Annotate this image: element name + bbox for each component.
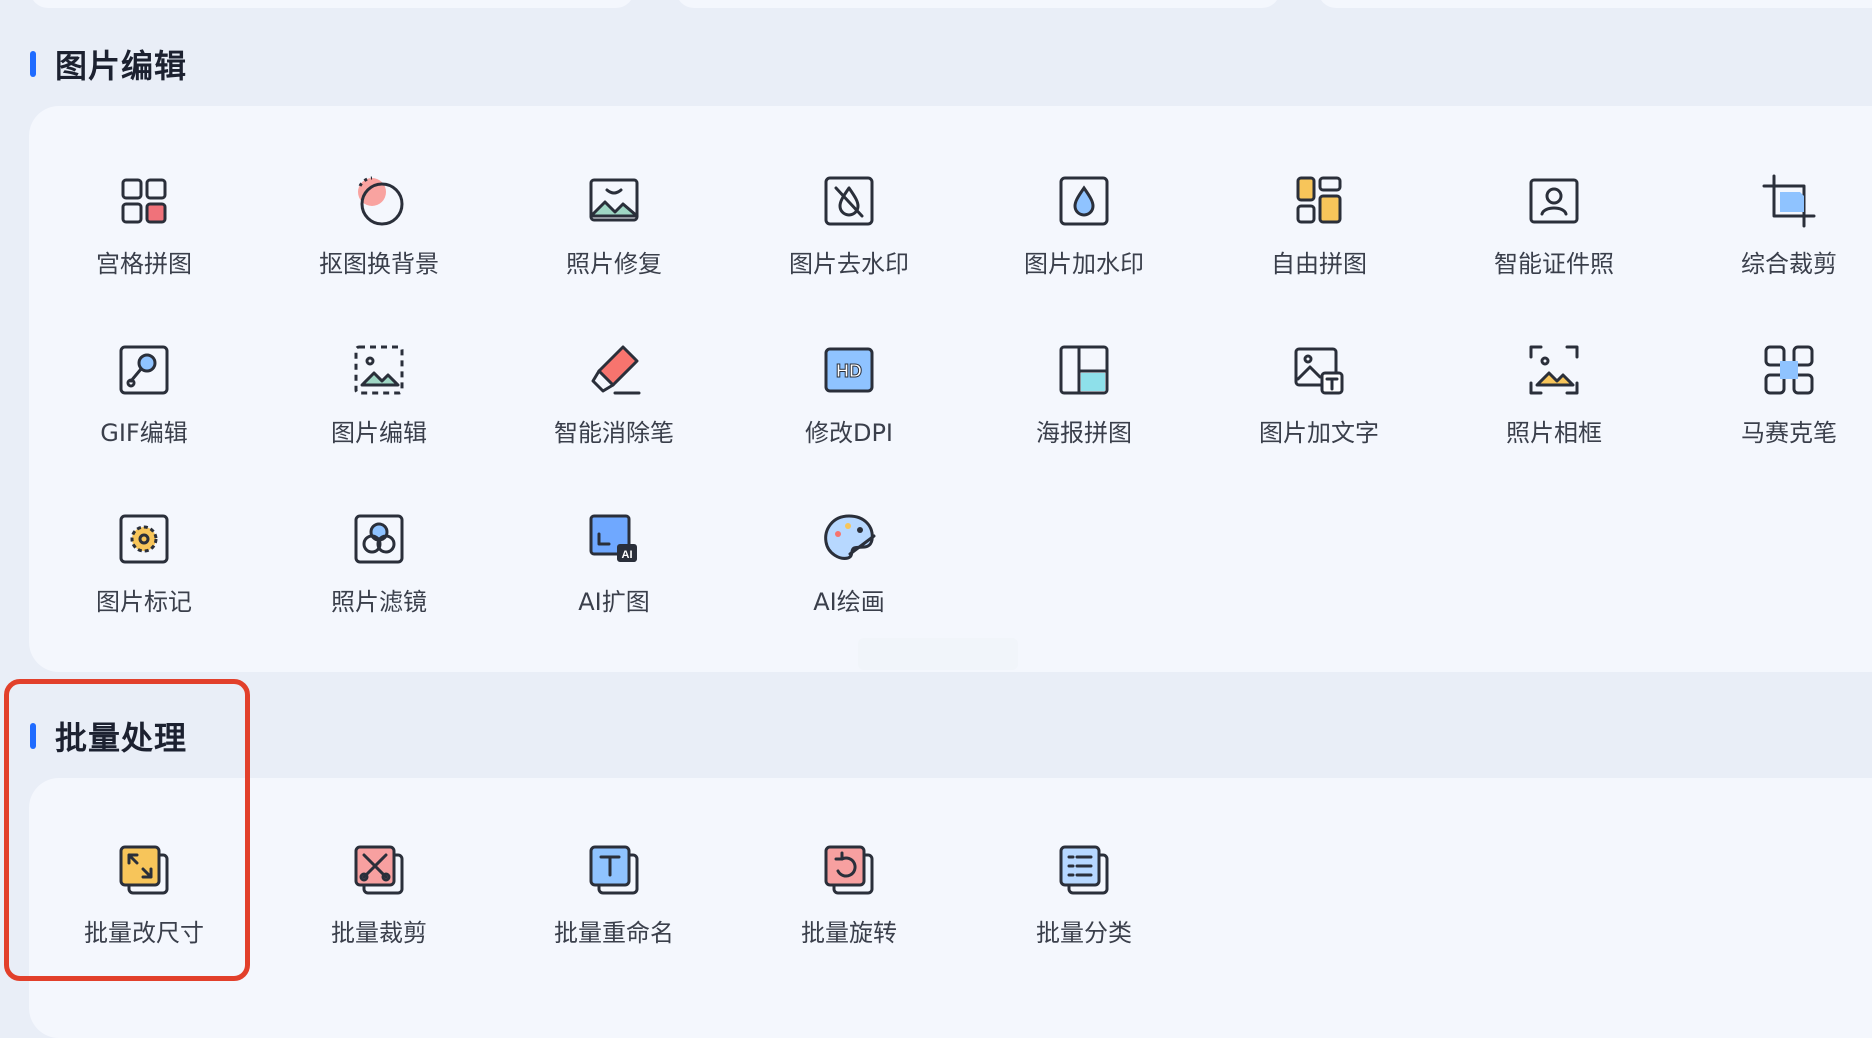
tool-label: AI绘画: [813, 588, 885, 616]
top-card-1: [30, 0, 634, 8]
tool-label: 照片修复: [566, 250, 662, 278]
batch-classify-icon: [1055, 841, 1113, 899]
tool-label: 修改DPI: [804, 419, 894, 447]
tool-label: AI扩图: [578, 588, 650, 616]
ai-paint-icon: [820, 510, 878, 568]
tool-label: 图片去水印: [789, 250, 909, 278]
batch-rename-icon: [585, 841, 643, 899]
tool-label: 批量旋转: [801, 919, 897, 947]
tool-crop[interactable]: 综合裁剪: [1689, 172, 1872, 292]
tool-label: 智能证件照: [1494, 250, 1614, 278]
photo-frame-icon: [1525, 341, 1583, 399]
hd-dpi-icon: HD: [820, 341, 878, 399]
tool-label: 图片加水印: [1024, 250, 1144, 278]
tool-add-watermark[interactable]: 图片加水印: [984, 172, 1184, 292]
tool-label: 批量分类: [1036, 919, 1132, 947]
tool-label: 海报拼图: [1036, 419, 1132, 447]
tool-label: GIF编辑: [100, 419, 188, 447]
tool-batch-rotate[interactable]: 批量旋转: [749, 841, 949, 961]
section-accent-bar: [30, 723, 36, 749]
gif-edit-icon: [115, 341, 173, 399]
tool-label: 批量重命名: [554, 919, 674, 947]
top-card-2: [676, 0, 1280, 8]
crop-icon: [1760, 172, 1818, 230]
section-title-image-edit: 图片编辑: [30, 44, 188, 85]
add-watermark-icon: [1055, 172, 1113, 230]
tool-photo-frame[interactable]: 照片相框: [1454, 341, 1654, 461]
tool-label: 批量改尺寸: [84, 919, 204, 947]
tool-label: 宫格拼图: [96, 250, 192, 278]
section-title-text: 批量处理: [55, 719, 188, 757]
top-card-3: [1318, 0, 1872, 8]
tool-ai-expand[interactable]: AI AI扩图: [514, 510, 714, 630]
section-title-batch: 批量处理: [30, 716, 188, 757]
id-photo-icon: [1525, 172, 1583, 230]
tool-eraser-pen[interactable]: 智能消除笔: [514, 341, 714, 461]
svg-text:HD: HD: [836, 361, 862, 381]
tool-photo-repair[interactable]: 照片修复: [514, 172, 714, 292]
photo-repair-icon: [585, 172, 643, 230]
batch-rotate-icon: [820, 841, 878, 899]
tool-label: 抠图换背景: [319, 250, 439, 278]
tool-label: 照片滤镜: [331, 588, 427, 616]
ai-expand-icon: AI: [585, 510, 643, 568]
tool-free-collage[interactable]: 自由拼图: [1219, 172, 1419, 292]
watermark-ghost-text: [858, 638, 1018, 670]
tool-gif-edit[interactable]: GIF编辑: [44, 341, 244, 461]
tool-cutout-background[interactable]: 抠图换背景: [279, 172, 479, 292]
section-title-text: 图片编辑: [55, 47, 188, 85]
tool-label: 批量裁剪: [331, 919, 427, 947]
mosaic-pen-icon: [1760, 341, 1818, 399]
tool-label: 自由拼图: [1271, 250, 1367, 278]
eraser-pen-icon: [585, 341, 643, 399]
tool-label: 图片标记: [96, 588, 192, 616]
image-mark-icon: [115, 510, 173, 568]
poster-collage-icon: [1055, 341, 1113, 399]
tool-label: 综合裁剪: [1741, 250, 1837, 278]
image-edit-icon: [350, 341, 408, 399]
tool-image-edit[interactable]: 图片编辑: [279, 341, 479, 461]
add-text-icon: [1290, 341, 1348, 399]
tool-mosaic-pen[interactable]: 马赛克笔: [1689, 341, 1872, 461]
tool-label: 智能消除笔: [554, 419, 674, 447]
batch-crop-icon: [350, 841, 408, 899]
batch-resize-icon: [115, 841, 173, 899]
tool-label: 图片加文字: [1259, 419, 1379, 447]
tool-label: 照片相框: [1506, 419, 1602, 447]
tool-hd-dpi[interactable]: HD 修改DPI: [749, 341, 949, 461]
photo-filter-icon: [350, 510, 408, 568]
tool-photo-filter[interactable]: 照片滤镜: [279, 510, 479, 630]
tool-label: 图片编辑: [331, 419, 427, 447]
remove-watermark-icon: [820, 172, 878, 230]
tool-remove-watermark[interactable]: 图片去水印: [749, 172, 949, 292]
section-accent-bar: [30, 51, 36, 77]
tool-id-photo[interactable]: 智能证件照: [1454, 172, 1654, 292]
tool-image-mark[interactable]: 图片标记: [44, 510, 244, 630]
tool-batch-classify[interactable]: 批量分类: [984, 841, 1184, 961]
grid-collage-icon: [115, 172, 173, 230]
tool-ai-paint[interactable]: AI绘画: [749, 510, 949, 630]
cutout-background-icon: [350, 172, 408, 230]
tool-grid-collage[interactable]: 宫格拼图: [44, 172, 244, 292]
tool-batch-resize[interactable]: 批量改尺寸: [44, 841, 244, 961]
svg-text:AI: AI: [622, 549, 633, 561]
tool-add-text[interactable]: 图片加文字: [1219, 341, 1419, 461]
tool-batch-rename[interactable]: 批量重命名: [514, 841, 714, 961]
tool-batch-crop[interactable]: 批量裁剪: [279, 841, 479, 961]
free-collage-icon: [1290, 172, 1348, 230]
tool-label: 马赛克笔: [1741, 419, 1837, 447]
tool-poster-collage[interactable]: 海报拼图: [984, 341, 1184, 461]
